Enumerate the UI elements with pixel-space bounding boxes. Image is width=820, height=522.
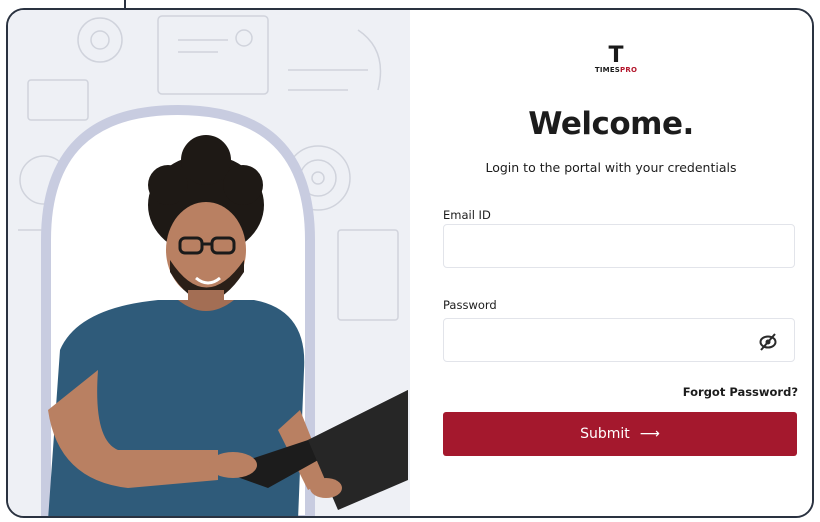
hero-illustration-svg	[18, 15, 408, 516]
login-form-panel: T TIMESPRO Welcome. Login to the portal …	[410, 10, 812, 516]
password-label: Password	[443, 298, 497, 312]
logo-wordmark: TIMESPRO	[586, 66, 646, 74]
logo-mark: T	[608, 43, 624, 68]
submit-button[interactable]: Submit ⟶	[443, 412, 797, 456]
eye-off-icon[interactable]	[756, 330, 780, 354]
logo-word-times: TIMES	[594, 66, 621, 74]
arrow-right-icon: ⟶	[639, 426, 660, 442]
email-field[interactable]	[443, 224, 795, 268]
hero-illustration	[8, 10, 410, 516]
page-title: Welcome.	[528, 106, 694, 142]
logo-word-pro: PRO	[620, 66, 638, 74]
page-subtitle: Login to the portal with your credential…	[485, 160, 737, 175]
submit-button-label: Submit	[580, 426, 630, 442]
forgot-password-link[interactable]: Forgot Password?	[683, 385, 798, 399]
email-label: Email ID	[443, 208, 491, 222]
timespro-logo: T TIMESPRO	[586, 43, 646, 75]
password-field[interactable]	[443, 318, 795, 362]
login-card: T TIMESPRO Welcome. Login to the portal …	[6, 8, 814, 518]
